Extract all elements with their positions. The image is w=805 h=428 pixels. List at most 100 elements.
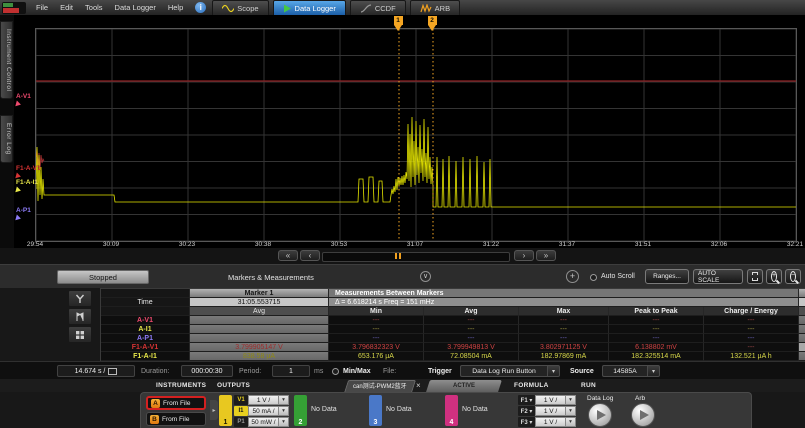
minmax-radio[interactable] (332, 368, 339, 375)
auto-scroll-radio[interactable] (590, 274, 597, 281)
cell-max: 3.802971125 V (519, 343, 609, 352)
trigger-dropdown[interactable]: Data Log Run Button▾ (460, 365, 560, 377)
menu-data-logger[interactable]: Data Logger (109, 0, 162, 15)
instruments-header: INSTRUMENTS (156, 382, 206, 389)
formula-badge-f3[interactable]: F3 ▾ (518, 417, 535, 427)
tab-ccdf[interactable]: CCDF (350, 0, 406, 15)
close-icon[interactable]: × (416, 381, 421, 390)
output-scale-field[interactable]: 50 mA / (248, 406, 278, 416)
cell-p2p: --- (609, 316, 704, 325)
zoom-in-icon[interactable]: + (766, 269, 782, 284)
run-data-log-button[interactable] (588, 403, 612, 427)
marker-pin-tip (394, 25, 402, 31)
menu-file[interactable]: File (30, 0, 54, 15)
chevron-down-icon[interactable]: ▾ (278, 395, 289, 405)
formula-badge-f1[interactable]: F1 ▾ (518, 395, 535, 405)
menu-help[interactable]: Help (162, 0, 189, 15)
setup-tool-button[interactable] (68, 290, 92, 307)
duration-field[interactable]: 000:00:30 (181, 365, 233, 377)
auto-scale-button[interactable]: AUTO SCALE (693, 269, 743, 284)
chart-toolbar: Stopped Markers & Measurements ∨ + Auto … (0, 264, 805, 288)
marker1-time: 31:05.553715 (190, 298, 329, 307)
menu-tools[interactable]: Tools (79, 0, 109, 15)
markers-tool-button[interactable] (68, 308, 92, 325)
chevron-down-icon[interactable]: ▾ (565, 395, 576, 405)
cell-min: 653.176 µA (329, 352, 424, 361)
menu-edit[interactable]: Edit (54, 0, 79, 15)
sidebar-tab-error-log[interactable]: Error Log (0, 115, 13, 163)
formula-badge-f2[interactable]: F2 ▾ (518, 406, 535, 416)
formula-scale-field[interactable]: 1 V / (535, 406, 565, 416)
run-arb-button[interactable] (631, 403, 655, 427)
tab-scope[interactable]: Scope (212, 0, 268, 15)
channel-2-bar[interactable]: 2 (294, 395, 307, 426)
row-label: F1-A-V1 (101, 343, 190, 352)
cell-p2p: --- (609, 334, 704, 343)
source-dropdown[interactable]: 14585A▾ (602, 365, 660, 377)
marker-pin-1[interactable]: 1 (394, 16, 403, 31)
formula-scale-field[interactable]: 1 V / (535, 417, 565, 427)
bottom-strip: INSTRUMENTS OUTPUTS can测试-PWM2蓝牙 × ACTIV… (0, 379, 805, 392)
waveform-plot[interactable] (35, 28, 797, 242)
trace-label-a-v1: A-V1 (16, 93, 31, 107)
tab-data-logger[interactable]: Data Logger (273, 0, 346, 15)
cell-min: --- (329, 334, 424, 343)
tab-arb[interactable]: ARB (410, 0, 460, 15)
cell-marker1-avg: 838.58 µA (190, 352, 329, 361)
menu-list: FileEditToolsData LoggerHelp (30, 0, 189, 15)
time-per-div-field[interactable]: 14.674 s / (57, 365, 135, 377)
formula-scale-field[interactable]: 1 V / (535, 395, 565, 405)
expander-handle[interactable]: ▸ (210, 400, 218, 420)
arb-icon (420, 4, 432, 13)
output-scale-field[interactable]: 1 V / (248, 395, 278, 405)
grid-tool-button[interactable] (68, 326, 92, 343)
zoom-region-icon[interactable] (747, 269, 763, 284)
chevron-down-icon[interactable]: ▾ (278, 417, 289, 427)
chevron-down-icon[interactable]: ▾ (565, 406, 576, 416)
instrument-label: From File (163, 400, 190, 407)
channel-2-status: No Data (311, 406, 337, 413)
chevron-down-icon: ▾ (547, 365, 560, 377)
output-badge-v1[interactable]: V1 (234, 395, 248, 405)
instrument-b-button[interactable]: BFrom File (146, 412, 206, 426)
cell-min: --- (329, 316, 424, 325)
instrument-a-button[interactable]: AFrom File (146, 396, 206, 410)
row-label: A-I1 (101, 325, 190, 334)
scrollbar-thumb[interactable] (393, 253, 402, 259)
bottom-panel: ▸ AFrom FileBFrom File1V11 V /▾I150 mA /… (140, 392, 752, 428)
file-label: File: (383, 368, 396, 375)
channel-1-bar[interactable]: 1 (219, 395, 232, 426)
period-unit: ms (314, 368, 323, 375)
output-scale-field[interactable]: 50 mW / (248, 417, 278, 427)
zoom-out-icon[interactable]: − (785, 269, 801, 284)
pan-icon[interactable]: + (566, 270, 579, 283)
channel-4-bar[interactable]: 4 (445, 395, 458, 426)
chevron-down-icon[interactable]: ▾ (565, 417, 576, 427)
status-badge: Stopped (57, 270, 149, 284)
period-field[interactable]: 1 (272, 365, 310, 377)
scroll-left-button[interactable]: ‹ (300, 250, 320, 261)
trace-arrow-icon (15, 214, 21, 221)
active-tab[interactable]: ACTIVE (426, 380, 502, 392)
sidebar-tab-instrument-control[interactable]: Instrument Control (0, 21, 13, 99)
collapse-icon[interactable]: ∨ (420, 271, 431, 282)
info-icon[interactable]: i (195, 2, 206, 13)
x-tick-label: 32:06 (702, 241, 736, 248)
scrollbar-track[interactable] (322, 252, 510, 262)
chevron-down-icon[interactable]: ▾ (278, 406, 289, 416)
output-badge-i1[interactable]: I1 (234, 406, 248, 416)
scroll-right-button[interactable]: » (536, 250, 556, 261)
scroll-right-button[interactable]: › (514, 250, 534, 261)
trigger-label: Trigger (428, 368, 452, 375)
cell-avg: --- (424, 334, 519, 343)
cell-p2p: 6.138802 mV (609, 343, 704, 352)
channel-3-bar[interactable]: 3 (369, 395, 382, 426)
cell-marker1-avg (190, 316, 329, 325)
duration-label: Duration: (141, 368, 169, 375)
play-icon (283, 4, 292, 13)
ranges-button[interactable]: Ranges... (645, 269, 689, 284)
marker1-title: Marker 1 (190, 289, 329, 298)
marker-pin-2[interactable]: 2 (428, 16, 437, 31)
scroll-left-button[interactable]: « (278, 250, 298, 261)
output-badge-p1[interactable]: P1 (234, 417, 248, 427)
